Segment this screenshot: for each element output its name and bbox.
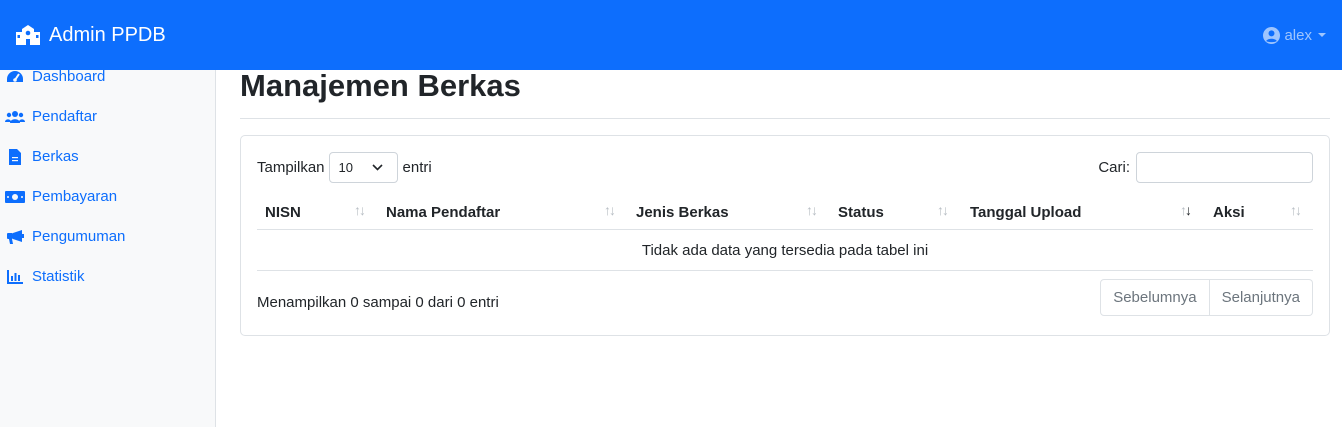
user-dropdown[interactable]: alex [1263,26,1326,44]
sidebar-item-label: Pengumuman [32,228,126,245]
sort-icon: ↑↓ [1290,202,1302,218]
search-input[interactable] [1136,152,1313,183]
search-label: Cari: [1098,159,1130,176]
sort-icon: ↑↓ [937,202,949,218]
sidebar-item-label: Pembayaran [32,188,118,205]
sort-icon: ↑↓ [354,202,366,218]
column-label: NISN [265,203,301,221]
column-header-jenis-berkas[interactable]: Jenis Berkas [636,194,729,230]
empty-message: Tidak ada data yang tersedia pada tabel … [641,241,929,259]
sort-descending-icon: ↑↓ [1180,202,1192,218]
column-header-aksi[interactable]: Aksi [1213,194,1245,230]
sidebar-item-pengumuman[interactable]: Pengumuman [5,228,125,245]
table-info: Menampilkan 0 sampai 0 dari 0 entri [257,294,499,311]
column-header-tanggal-upload[interactable]: Tanggal Upload [970,194,1081,230]
sidebar-item-pembayaran[interactable]: Pembayaran [5,188,117,205]
user-circle-icon [1263,26,1281,44]
column-header-nisn[interactable]: NISN [265,194,301,230]
sort-icon: ↑↓ [806,202,818,218]
tachometer-icon [5,69,25,85]
sidebar-item-dashboard[interactable]: Dashboard [5,68,105,85]
column-label: Status [838,203,884,221]
bullhorn-icon [5,229,25,245]
sidebar-item-statistik[interactable]: Statistik [5,268,85,285]
empty-table-row: Tidak ada data yang tersedia pada tabel … [257,230,1313,271]
length-select[interactable]: 10 [328,152,398,183]
table-card: Tampilkan 10 entri Cari: NISN ↑↓ Nama Pe… [240,135,1330,336]
bar-chart-icon [5,269,25,285]
column-label: Aksi [1213,203,1245,221]
pagination: Sebelumnya Selanjutnya [1100,279,1313,316]
sort-icon: ↑↓ [604,202,616,218]
column-label: Jenis Berkas [636,203,729,221]
length-control: Tampilkan 10 entri [257,152,432,183]
column-label: Nama Pendaftar [386,203,501,221]
sidebar: Dashboard Pendaftar Berkas Pembayaran Pe… [0,56,216,427]
page-title: Manajemen Berkas [240,68,521,103]
sidebar-item-label: Pendaftar [32,108,98,125]
sidebar-item-berkas[interactable]: Berkas [5,148,79,165]
length-suffix: entri [402,159,432,176]
table-header: NISN ↑↓ Nama Pendaftar ↑↓ Jenis Berkas ↑… [257,194,1313,230]
chevron-down-icon [1318,33,1326,37]
brand-link[interactable]: Admin PPDB [15,24,166,47]
sidebar-item-label: Statistik [32,268,85,285]
users-icon [5,109,25,125]
title-divider [240,118,1330,119]
next-page-button[interactable]: Selanjutnya [1209,279,1313,316]
sidebar-item-label: Berkas [32,148,79,165]
column-label: Tanggal Upload [970,203,1082,221]
money-icon [5,189,25,205]
length-prefix: Tampilkan [257,159,325,176]
length-value: 10 [338,160,353,175]
sidebar-item-pendaftar[interactable]: Pendaftar [5,108,97,125]
sidebar-item-label: Dashboard [32,68,106,85]
column-header-nama-pendaftar[interactable]: Nama Pendaftar [386,194,500,230]
top-navbar: Admin PPDB alex [0,0,1342,70]
user-name: alex [1284,26,1312,44]
school-icon [16,25,40,45]
file-icon [5,148,25,165]
column-header-status[interactable]: Status [838,194,884,230]
search-control: Cari: [1098,152,1313,183]
brand-text: Admin PPDB [49,23,166,46]
previous-page-button[interactable]: Sebelumnya [1100,279,1210,316]
chevron-down-icon [371,164,383,171]
